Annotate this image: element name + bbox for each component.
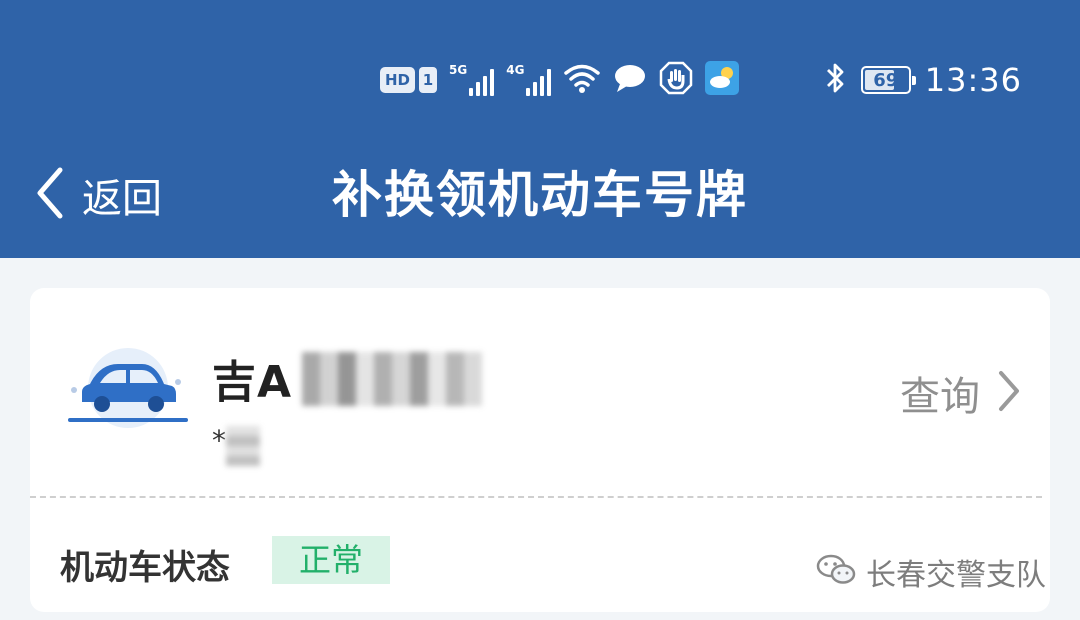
chat-bubble-icon (613, 63, 647, 97)
chevron-right-icon (996, 369, 1022, 417)
battery-level: 69 (873, 69, 899, 91)
app-header: HD 1 5G 4G 69 13:36 返回 补换领机动车号牌 (0, 0, 1080, 258)
plate-number-mosaic (302, 352, 482, 406)
status-bar: HD 1 5G 4G 69 13:36 (0, 44, 1080, 116)
vehicle-status-label: 机动车状态 (60, 548, 230, 588)
dashed-divider (30, 496, 1042, 498)
hd-icon: HD (380, 67, 416, 93)
battery-icon: 69 (860, 66, 916, 94)
watermark-label: 长春交警支队 (866, 558, 1046, 593)
wechat-icon (816, 553, 856, 591)
query-button[interactable]: 查询 (900, 368, 1022, 420)
plate-number: 吉A (212, 357, 293, 408)
status-clock: 13:36 (924, 61, 1022, 99)
navigation-bar: 返回 补换领机动车号牌 (0, 150, 1080, 240)
vehicle-summary-row[interactable]: 吉A * 查询 (30, 288, 1050, 494)
signal-4g-icon: 4G (506, 63, 552, 96)
owner-name: * (212, 424, 226, 457)
wifi-icon (563, 62, 601, 98)
status-icons-right: 69 13:36 (825, 60, 1022, 100)
status-icons-left: HD 1 5G 4G (380, 60, 740, 100)
network-type-4g: 4G (506, 63, 525, 77)
weather-app-icon (705, 61, 740, 99)
signal-5g-icon: 5G (449, 63, 495, 96)
bluetooth-icon (825, 61, 847, 99)
watermark: 长春交警支队 (816, 552, 1046, 593)
vehicle-status-badge: 正常 (272, 536, 390, 584)
owner-name-mosaic (226, 426, 260, 466)
network-type-5g: 5G (449, 63, 468, 77)
hand-stop-icon (659, 61, 693, 99)
page-title: 补换领机动车号牌 (332, 166, 748, 224)
sim-icon: 1 (419, 67, 438, 93)
car-icon (64, 346, 194, 436)
query-label: 查询 (900, 374, 980, 420)
